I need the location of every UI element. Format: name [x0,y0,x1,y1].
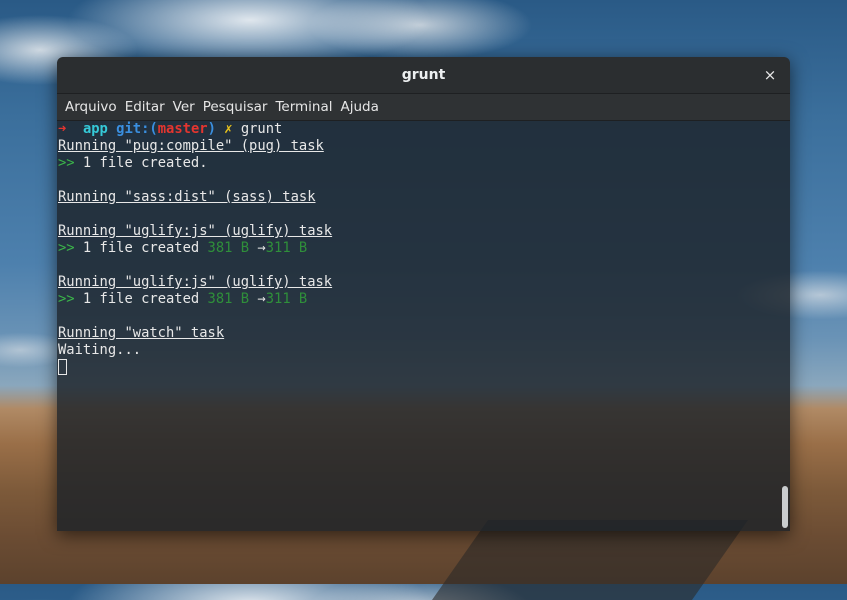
task-result: >> 1 file created 381 B →311 B [58,291,790,308]
title-bar[interactable]: grunt × [57,57,790,94]
size-before: 381 B [207,291,250,307]
task-header: Running "sass:dist" (sass) task [58,189,316,205]
terminal-window: grunt × Arquivo Editar Ver Pesquisar Ter… [57,57,790,531]
result-text: 1 file created [74,240,208,256]
menu-bar: Arquivo Editar Ver Pesquisar Terminal Aj… [57,94,790,121]
menu-ver[interactable]: Ver [169,99,199,115]
size-before: 381 B [207,240,250,256]
result-text: 1 file created. [74,155,208,171]
menu-pesquisar[interactable]: Pesquisar [199,99,272,115]
task-header: Running "pug:compile" (pug) task [58,138,324,154]
prompt-line: ➜ app git:(master) ✗ grunt [58,121,790,138]
close-button[interactable]: × [760,65,780,85]
menu-ajuda[interactable]: Ajuda [337,99,383,115]
task-header: Running "watch" task [58,325,225,341]
menu-terminal[interactable]: Terminal [271,99,336,115]
result-marker: >> [58,240,75,256]
prompt-directory: app [82,121,108,137]
prompt-branch: master [157,121,208,137]
menu-editar[interactable]: Editar [121,99,169,115]
task-header: Running "uglify:js" (uglify) task [58,274,333,290]
size-arrow: → [249,240,266,256]
task-result: >> 1 file created. [58,155,790,172]
background-road [431,520,749,600]
task-header: Running "uglify:js" (uglify) task [58,223,333,239]
prompt-dirty-icon: ✗ [224,121,233,137]
text-cursor [58,359,67,375]
prompt-git-close: ) [207,121,216,137]
prompt-command: grunt [240,121,283,137]
result-marker: >> [58,155,75,171]
window-title: grunt [401,67,446,83]
size-arrow: → [249,291,266,307]
result-marker: >> [58,291,75,307]
terminal-output[interactable]: ➜ app git:(master) ✗ grunt Running "pug:… [57,121,790,531]
scrollbar[interactable] [780,121,788,531]
waiting-text: Waiting... [58,342,142,358]
task-result: >> 1 file created 381 B →311 B [58,240,790,257]
result-text: 1 file created [74,291,208,307]
scrollbar-thumb[interactable] [782,486,788,528]
cursor-line [58,359,790,376]
prompt-git-label: git:( [116,121,158,137]
size-after: 311 B [265,291,308,307]
menu-arquivo[interactable]: Arquivo [61,99,121,115]
size-after: 311 B [265,240,308,256]
prompt-arrow-icon: ➜ [58,121,67,137]
